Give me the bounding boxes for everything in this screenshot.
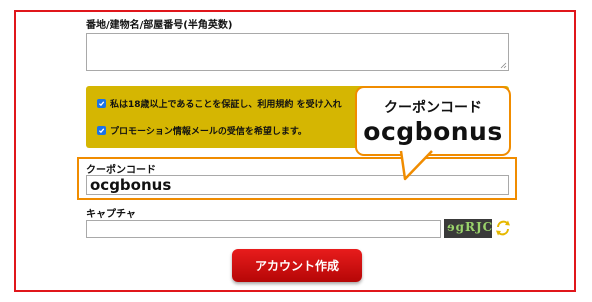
age-consent-text: 私は18歳以上であることを保証し、利用規約 を受け入れ bbox=[110, 100, 342, 110]
coupon-callout: クーポンコード ocgbonus bbox=[355, 86, 511, 156]
age-consent-row[interactable]: 私は18歳以上であることを保証し、利用規約 を受け入れ bbox=[97, 97, 342, 110]
refresh-arrows-icon[interactable] bbox=[494, 218, 512, 238]
create-account-button[interactable]: アカウント作成 bbox=[232, 249, 362, 282]
address-textarea[interactable] bbox=[86, 33, 509, 71]
captcha-image: ɘgRJC bbox=[444, 219, 492, 238]
captcha-image-text: ɘgRJC bbox=[447, 220, 492, 234]
callout-code: ocgbonus bbox=[363, 117, 503, 146]
promo-checkbox[interactable] bbox=[97, 126, 106, 135]
promo-consent-row[interactable]: プロモーション情報メールの受信を希望します。 bbox=[97, 124, 307, 137]
coupon-input[interactable]: ocgbonus bbox=[86, 175, 509, 195]
check-icon bbox=[98, 128, 105, 134]
check-icon bbox=[98, 101, 105, 107]
callout-pointer bbox=[399, 150, 433, 181]
callout-title: クーポンコード bbox=[384, 100, 482, 116]
address-label: 番地/建物名/部屋番号(半角英数) bbox=[86, 20, 233, 31]
captcha-label: キャプチャ bbox=[86, 209, 136, 220]
captcha-input[interactable] bbox=[86, 220, 441, 238]
promo-consent-text: プロモーション情報メールの受信を希望します。 bbox=[110, 127, 307, 137]
coupon-label: クーポンコード bbox=[86, 165, 156, 176]
age-checkbox[interactable] bbox=[97, 99, 106, 108]
resize-grip-icon[interactable] bbox=[500, 62, 507, 69]
